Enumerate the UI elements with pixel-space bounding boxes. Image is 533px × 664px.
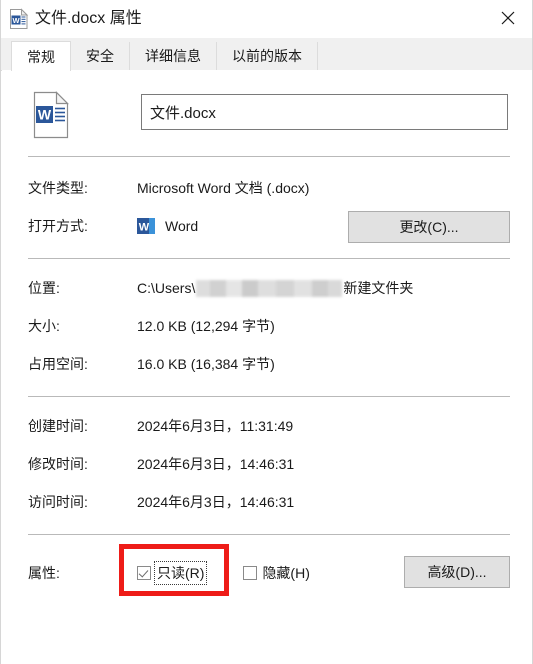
tab-general-label: 常规 [27, 48, 55, 65]
tab-previous-versions[interactable]: 以前的版本 [217, 42, 318, 70]
created-label: 创建时间: [28, 418, 88, 434]
hidden-checkbox-label: 隐藏(H) [262, 565, 310, 581]
file-header: W 文件.docx [28, 88, 510, 144]
modified-label: 修改时间: [28, 456, 88, 472]
created-row: 创建时间: 2024年6月3日，11:31:49 [28, 413, 510, 439]
close-icon [501, 11, 515, 25]
separator-1 [28, 156, 510, 157]
change-program-button-label: 更改(C)... [399, 219, 459, 235]
readonly-checkbox[interactable]: 只读(R) [137, 561, 208, 585]
file-name-input[interactable]: 文件.docx [141, 94, 508, 130]
separator-2 [28, 258, 510, 259]
close-button[interactable] [488, 2, 528, 34]
svg-text:W: W [12, 16, 20, 25]
readonly-checkbox-box [137, 566, 151, 580]
svg-text:W: W [139, 222, 150, 234]
open-with-label: 打开方式: [28, 218, 88, 234]
readonly-checkbox-label: 只读(R) [153, 561, 208, 585]
file-properties-dialog: W 文件.docx 属性 常规 安全 详细信息 以前的版本 W 文件.docx … [0, 0, 533, 664]
file-type-row: 文件类型: Microsoft Word 文档 (.docx) [28, 175, 510, 201]
modified-row: 修改时间: 2024年6月3日，14:46:31 [28, 451, 510, 477]
advanced-button[interactable]: 高级(D)... [404, 556, 510, 588]
file-type-value: Microsoft Word 文档 (.docx) [137, 180, 310, 196]
redacted-path-segment [196, 279, 343, 297]
attributes-value: 只读(R) 隐藏(H) [137, 561, 310, 585]
size-value: 12.0 KB (12,294 字节) [137, 318, 275, 334]
change-program-button[interactable]: 更改(C)... [348, 211, 510, 243]
tab-strip: 常规 安全 详细信息 以前的版本 [1, 38, 532, 71]
location-value: C:\Users\ 新建文件夹 [137, 278, 413, 298]
hidden-checkbox[interactable]: 隐藏(H) [243, 563, 310, 583]
tab-previous-versions-label: 以前的版本 [232, 48, 302, 64]
location-path-prefix: C:\Users\ [137, 280, 196, 296]
word-app-icon: W [137, 217, 155, 235]
tab-details-label: 详细信息 [145, 48, 201, 64]
tab-details[interactable]: 详细信息 [130, 42, 217, 70]
hidden-checkbox-box [243, 566, 258, 580]
general-tab-panel: W 文件.docx 文件类型: Microsoft Word 文档 (.docx… [2, 70, 532, 664]
separator-3 [28, 396, 510, 397]
advanced-button-label: 高级(D)... [427, 564, 487, 580]
word-document-icon: W [9, 8, 29, 30]
window-title: 文件.docx 属性 [35, 10, 142, 27]
size-row: 大小: 12.0 KB (12,294 字节) [28, 313, 510, 339]
open-with-app-name: Word [165, 218, 199, 234]
accessed-row: 访问时间: 2024年6月3日，14:46:31 [28, 489, 510, 515]
title-bar: W 文件.docx 属性 [1, 0, 532, 38]
size-on-disk-label: 占用空间: [28, 356, 88, 372]
size-on-disk-value: 16.0 KB (16,384 字节) [137, 356, 275, 372]
accessed-label: 访问时间: [28, 494, 88, 510]
file-type-label: 文件类型: [28, 180, 88, 196]
size-label: 大小: [28, 318, 60, 334]
location-path-suffix: 新建文件夹 [343, 280, 414, 296]
open-with-value: W Word [137, 217, 198, 235]
tab-security[interactable]: 安全 [71, 42, 130, 70]
location-label: 位置: [28, 280, 60, 296]
svg-text:W: W [38, 107, 52, 123]
tab-security-label: 安全 [86, 48, 114, 64]
created-value: 2024年6月3日，11:31:49 [137, 418, 294, 434]
accessed-value: 2024年6月3日，14:46:31 [137, 494, 295, 510]
size-on-disk-row: 占用空间: 16.0 KB (16,384 字节) [28, 351, 510, 377]
location-row: 位置: C:\Users\ 新建文件夹 [28, 275, 510, 301]
modified-value: 2024年6月3日，14:46:31 [137, 456, 295, 472]
attributes-label: 属性: [28, 565, 60, 581]
word-document-icon: W [30, 90, 72, 140]
separator-4 [28, 534, 510, 535]
tab-general[interactable]: 常规 [11, 41, 71, 71]
